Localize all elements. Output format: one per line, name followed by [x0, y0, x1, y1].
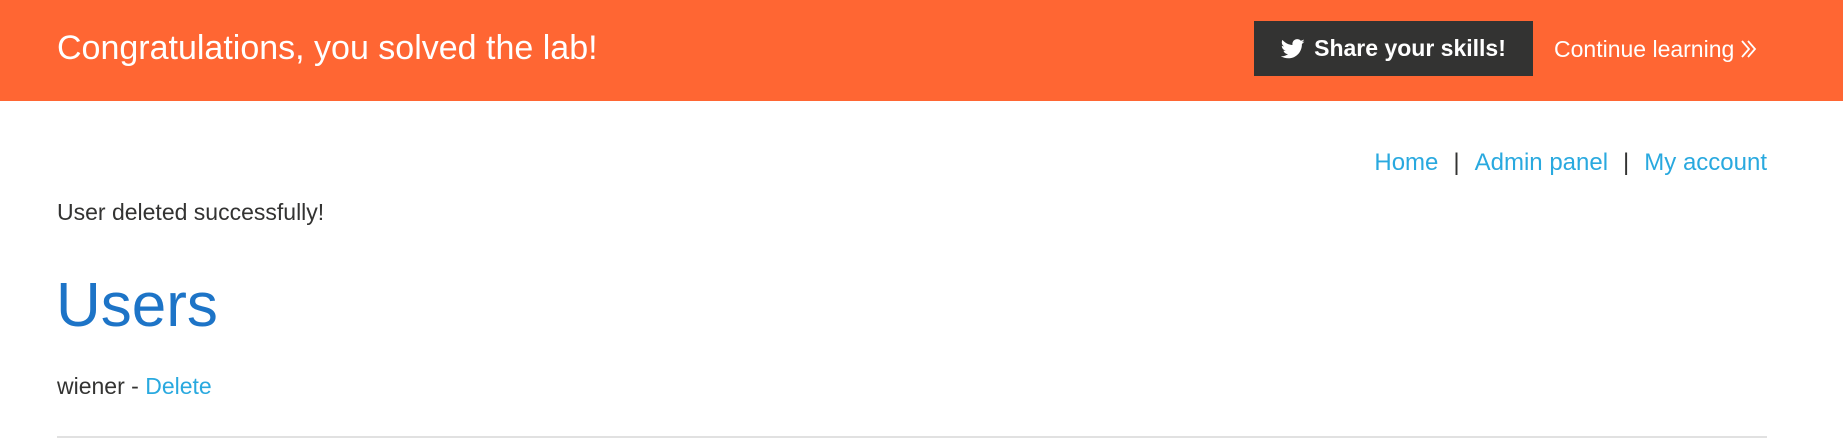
page-title: Users	[56, 271, 218, 340]
user-row: wiener - Delete	[57, 372, 212, 400]
status-message: User deleted successfully!	[57, 199, 325, 225]
twitter-icon	[1281, 38, 1305, 59]
continue-learning-link[interactable]: Continue learning	[1554, 34, 1758, 64]
share-skills-button[interactable]: Share your skills!	[1254, 21, 1533, 76]
share-skills-label: Share your skills!	[1314, 35, 1506, 61]
banner-title: Congratulations, you solved the lab!	[57, 29, 598, 67]
divider	[57, 436, 1767, 438]
delete-user-link[interactable]: Delete	[145, 373, 211, 399]
nav-my-account-link[interactable]: My account	[1644, 149, 1767, 177]
lab-solved-banner: Congratulations, you solved the lab! Sha…	[0, 0, 1843, 101]
nav-separator: |	[1623, 149, 1630, 176]
nav-admin-panel-link[interactable]: Admin panel	[1475, 149, 1608, 177]
nav-separator: |	[1453, 149, 1460, 176]
double-chevron-right-icon	[1740, 39, 1758, 59]
continue-learning-label: Continue learning	[1554, 35, 1735, 62]
user-separator: -	[124, 373, 146, 399]
user-name: wiener	[57, 373, 125, 399]
top-navigation: Home | Admin panel | My account	[1374, 149, 1767, 177]
nav-home-link[interactable]: Home	[1374, 149, 1438, 177]
